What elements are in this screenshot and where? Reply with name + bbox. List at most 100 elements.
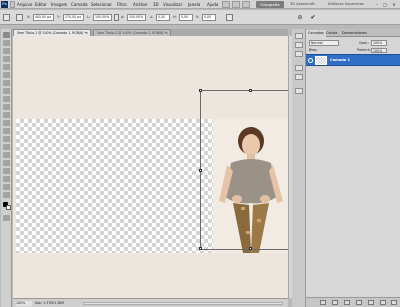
layer-row-selected[interactable]: Camada 1 bbox=[306, 54, 400, 66]
arrange-icon[interactable] bbox=[232, 1, 240, 8]
clone-stamp-tool-icon[interactable] bbox=[3, 96, 10, 102]
y-field[interactable]: 270,00 px bbox=[63, 14, 84, 21]
masks-panel-icon[interactable] bbox=[295, 74, 303, 80]
path-selection-tool-icon[interactable] bbox=[3, 160, 10, 166]
minimize-button[interactable]: – bbox=[373, 1, 381, 8]
blend-row: Normal Opac.: 100% bbox=[309, 40, 397, 46]
hand-tool-icon[interactable] bbox=[3, 184, 10, 190]
healing-brush-tool-icon[interactable] bbox=[3, 80, 10, 86]
angle-field[interactable]: 0,00 bbox=[156, 14, 170, 21]
tab-document-1[interactable]: Sem Título-1 @ 100% (Camada 1, RGB/8) * … bbox=[13, 29, 91, 36]
tool-preset-icon[interactable] bbox=[3, 14, 10, 21]
background-color-swatch[interactable] bbox=[6, 205, 11, 210]
transform-handle[interactable] bbox=[199, 89, 202, 92]
layer-mask-icon[interactable] bbox=[344, 300, 350, 305]
v-skew-field[interactable]: 0,00 bbox=[202, 14, 216, 21]
y-label: Y: bbox=[57, 15, 60, 19]
marquee-tool-icon[interactable] bbox=[3, 40, 10, 46]
menu-imagem[interactable]: Imagem bbox=[51, 1, 67, 8]
transform-bounding-box[interactable] bbox=[199, 89, 288, 250]
menu-3d[interactable]: 3D bbox=[153, 1, 159, 8]
crop-tool-icon[interactable] bbox=[3, 64, 10, 70]
adjustment-layer-icon[interactable] bbox=[356, 300, 362, 305]
quick-selection-tool-icon[interactable] bbox=[3, 56, 10, 62]
h-label: A: bbox=[121, 15, 125, 19]
new-layer-icon[interactable] bbox=[380, 300, 386, 305]
reference-point-icon[interactable] bbox=[16, 14, 23, 21]
color-panel-icon[interactable] bbox=[295, 33, 303, 39]
options-bar: X: 405,00 px Y: 270,00 px L: 100,00% A: … bbox=[0, 10, 400, 25]
x-field[interactable]: 405,00 px bbox=[33, 14, 54, 21]
brush-tool-icon[interactable] bbox=[3, 88, 10, 94]
workspace-3d[interactable]: 3D Axonomét. bbox=[290, 1, 316, 8]
photoshop-logo[interactable]: Ps bbox=[1, 1, 8, 8]
swatches-panel-icon[interactable] bbox=[295, 42, 303, 48]
history-panel-icon[interactable] bbox=[295, 88, 303, 94]
3d-rotate-tool-icon[interactable] bbox=[3, 176, 10, 182]
menu-filtro[interactable]: Filtro bbox=[117, 1, 127, 8]
transform-handle[interactable] bbox=[199, 169, 202, 172]
screen-mode-icon[interactable] bbox=[242, 1, 250, 8]
layers-list-empty-area bbox=[306, 67, 400, 295]
menu-camada[interactable]: Camada bbox=[71, 1, 88, 8]
height-field[interactable]: 100,00% bbox=[127, 14, 146, 21]
commit-transform-button[interactable]: ✔ bbox=[309, 13, 317, 22]
quick-mask-icon[interactable] bbox=[3, 215, 10, 221]
styles-panel-icon[interactable] bbox=[295, 51, 303, 57]
shape-tool-icon[interactable] bbox=[3, 168, 10, 174]
menu-editar[interactable]: Editar bbox=[35, 1, 47, 8]
transform-handle[interactable] bbox=[249, 89, 252, 92]
history-brush-tool-icon[interactable] bbox=[3, 104, 10, 110]
document-canvas[interactable] bbox=[13, 36, 288, 298]
zoom-level-icon[interactable] bbox=[222, 1, 230, 8]
menu-arquivo[interactable]: Arquivo bbox=[17, 1, 32, 8]
menu-ajuda[interactable]: Ajuda bbox=[207, 1, 218, 8]
layer-thumbnail bbox=[315, 56, 327, 65]
blend-mode-select[interactable]: Normal bbox=[309, 40, 339, 46]
workspace-editors[interactable]: Ediitores Superiores bbox=[328, 1, 364, 8]
layer-name[interactable]: Camada 1 bbox=[330, 57, 350, 64]
visibility-eye-icon[interactable] bbox=[308, 58, 313, 63]
type-tool-icon[interactable] bbox=[3, 152, 10, 158]
horizontal-scrollbar[interactable] bbox=[83, 302, 283, 305]
menu-selecionar[interactable]: Selecionar bbox=[91, 1, 112, 8]
opacity-label: Opac.: bbox=[359, 41, 370, 45]
zoom-tool-icon[interactable] bbox=[3, 192, 10, 198]
cancel-transform-button[interactable]: ⊘ bbox=[296, 13, 304, 22]
h-skew-field[interactable]: 0,00 bbox=[179, 14, 193, 21]
eraser-tool-icon[interactable] bbox=[3, 112, 10, 118]
delete-layer-icon[interactable] bbox=[391, 300, 397, 305]
width-field[interactable]: 100,00% bbox=[93, 14, 112, 21]
link-icon[interactable] bbox=[114, 14, 119, 21]
warp-icon[interactable] bbox=[226, 14, 233, 21]
pen-tool-icon[interactable] bbox=[3, 144, 10, 150]
gradient-tool-icon[interactable] bbox=[3, 120, 10, 126]
workspace-active-button[interactable]: Fotografia bbox=[256, 1, 284, 8]
menu-visualizar[interactable]: Visualizar bbox=[163, 1, 182, 8]
tab-paths[interactable]: Demarcadores bbox=[340, 30, 369, 37]
fill-field[interactable]: 100% bbox=[371, 48, 387, 53]
opacity-field[interactable]: 100% bbox=[371, 40, 387, 46]
transform-handle[interactable] bbox=[199, 247, 202, 250]
tab-document-2[interactable]: Sem Título-2 @ 100% (Camada 2, RGB/8) * … bbox=[93, 29, 171, 36]
bridge-icon[interactable] bbox=[10, 1, 15, 8]
move-tool-icon[interactable] bbox=[3, 32, 10, 38]
blur-tool-icon[interactable] bbox=[3, 128, 10, 134]
adjustments-panel-icon[interactable] bbox=[295, 65, 303, 71]
transform-handle[interactable] bbox=[249, 247, 252, 250]
layer-style-icon[interactable] bbox=[332, 300, 338, 305]
dodge-tool-icon[interactable] bbox=[3, 136, 10, 142]
new-group-icon[interactable] bbox=[368, 300, 374, 305]
menu-janela[interactable]: Janela bbox=[188, 1, 200, 8]
tab-layers[interactable]: Camadas bbox=[306, 30, 326, 37]
zoom-field[interactable]: 100% bbox=[16, 301, 32, 306]
link-layers-icon[interactable] bbox=[320, 300, 326, 305]
close-app-button[interactable]: ✕ bbox=[390, 1, 398, 8]
lasso-tool-icon[interactable] bbox=[3, 48, 10, 54]
transparent-area bbox=[16, 119, 213, 253]
tab-channels[interactable]: Canais bbox=[324, 30, 339, 37]
menu-analise[interactable]: Análise bbox=[133, 1, 148, 8]
maximize-button[interactable]: □ bbox=[381, 1, 389, 8]
eyedropper-tool-icon[interactable] bbox=[3, 72, 10, 78]
document-info[interactable]: Doc: 1,37M/1,38M bbox=[35, 301, 64, 306]
